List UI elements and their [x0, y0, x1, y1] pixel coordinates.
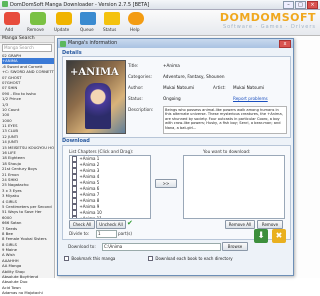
chapter-checkbox[interactable] — [72, 210, 78, 216]
download-queue-list[interactable] — [183, 155, 285, 219]
chapter-checkbox[interactable] — [72, 162, 78, 168]
logo-tagline: Software · Games · Drivers — [222, 24, 316, 30]
download-section: List Chapters (Click and Drag): You want… — [62, 145, 291, 240]
title-value: +Anima — [163, 63, 180, 68]
categories-value: Adventure, Fantasy, Shounen — [163, 74, 225, 79]
chapter-checkbox[interactable] — [72, 180, 78, 186]
download-each-label: Download each book to each directory — [155, 256, 233, 262]
categories-label: Categories: — [128, 74, 152, 79]
minimize-button[interactable]: – — [283, 1, 294, 9]
manga-list-panel: Manga Search Manga Search 02 GRAPH +ANIMA… — [0, 36, 55, 295]
dialog-icon — [60, 40, 66, 47]
chapter-checkbox[interactable] — [72, 156, 78, 162]
brand-logo: DOMDOMSOFT Software · Games · Drivers — [198, 11, 316, 33]
maximize-button[interactable]: □ — [295, 1, 306, 9]
remove-button-label: Remove — [27, 27, 44, 32]
chapter-checkbox[interactable] — [72, 168, 78, 174]
add-manga-icon[interactable] — [4, 12, 20, 25]
help-icon[interactable] — [128, 12, 144, 25]
chapter-checkbox[interactable] — [72, 186, 78, 192]
remove-icon[interactable] — [30, 12, 46, 25]
report-problems-link[interactable]: Report problems — [233, 96, 268, 101]
add-button-label: Add — [5, 27, 14, 32]
cover-character — [85, 83, 111, 129]
list-chapters-label: List Chapters (Click and Drag): — [69, 149, 134, 154]
browse-button[interactable]: Browse — [222, 242, 248, 251]
app-icon — [2, 1, 8, 7]
chapter-checkbox[interactable] — [72, 174, 78, 180]
queue-icon[interactable] — [80, 12, 96, 25]
manga-list-item[interactable]: 8 Female Youkai Sisters — [2, 236, 54, 241]
chapter-item[interactable]: +Anima 11 — [70, 216, 150, 219]
author-label: Author: — [128, 85, 144, 90]
add-to-download-button[interactable]: >> — [155, 179, 177, 188]
description-label: Description: — [128, 107, 154, 112]
chapter-checkbox[interactable] — [72, 192, 78, 198]
chapter-label: +Anima 11 — [79, 216, 102, 219]
close-button[interactable]: × — [307, 1, 318, 9]
want-download-label: You want to download: — [203, 149, 251, 154]
divide-parts-input[interactable]: 1 — [96, 230, 117, 238]
queue-button-label: Queue — [80, 27, 94, 32]
status-icon[interactable] — [104, 12, 120, 25]
title-label: Title: — [128, 63, 139, 68]
dialog-title: Manga's information — [68, 41, 118, 46]
artist-label: Artist: — [213, 85, 226, 90]
app-titlebar: DomDomSoft Manga Downloader - Version 2.… — [0, 0, 320, 10]
update-button-label: Update — [54, 27, 70, 32]
manga-list[interactable]: 02 GRAPH +ANIMA -6 Sword and Cornett +C: SW… — [0, 53, 54, 296]
status-label: Status: — [128, 96, 143, 101]
details-section: +ANIMA Title: +Anima Categories: Adventu… — [62, 56, 291, 138]
checkmark-icon[interactable]: ✔ — [127, 220, 133, 227]
download-path-input[interactable]: C:\Anima — [102, 243, 221, 251]
manga-info-dialog: Manga's information x Details +ANIMA Tit… — [57, 38, 294, 276]
cancel-icon[interactable]: ✖ — [272, 229, 286, 243]
manga-list-item[interactable]: +C: SWORD AND CORNETT — [2, 69, 54, 74]
app-title: DomDomSoft Manga Downloader - Version 2.… — [10, 2, 150, 8]
check-all-button[interactable]: Check All — [69, 220, 95, 229]
manga-cover-image: +ANIMA — [66, 60, 126, 134]
bookmark-label: Bookmark this manga — [71, 256, 116, 262]
chapter-checkbox[interactable] — [72, 216, 78, 218]
dialog-close-button[interactable]: x — [279, 40, 291, 48]
update-icon[interactable] — [56, 12, 72, 25]
download-save-icon[interactable]: ⬇ — [254, 229, 268, 243]
remove-button[interactable]: Remove — [257, 220, 283, 229]
remove-all-button[interactable]: Remove All — [225, 220, 255, 229]
uncheck-all-button[interactable]: Uncheck All — [96, 220, 126, 229]
manga-list-header: Manga Search — [0, 36, 54, 43]
manga-list-item[interactable]: Adamas no Majotachi — [2, 290, 54, 295]
status-value: Ongoing — [163, 96, 181, 101]
download-to-label: Download to: — [68, 244, 96, 249]
chapter-list[interactable]: +Anima 1 +Anima 2 +Anima 3 +Anima 4 +Anima 5… — [69, 155, 151, 219]
cover-title: +ANIMA — [70, 67, 119, 78]
chapter-checkbox[interactable] — [72, 198, 78, 204]
chapter-checkbox[interactable] — [72, 204, 78, 210]
artist-value: Mukai Natsumi — [233, 85, 265, 90]
parts-label: part(s) — [118, 231, 133, 236]
main-toolbar: Add Remove Update Queue Status Help DOMD… — [0, 10, 320, 36]
description-text: Beings who possess animal-like powers wa… — [163, 106, 287, 134]
author-value: Mukai Natsumi — [163, 85, 195, 90]
dialog-titlebar: Manga's information x — [58, 39, 293, 48]
divide-label: Divide to: — [69, 231, 90, 236]
manga-search-input[interactable]: Manga Search — [2, 44, 52, 52]
help-button-label: Help — [130, 27, 140, 32]
status-button-label: Status — [103, 27, 117, 32]
window-controls: – □ × — [283, 1, 318, 9]
logo-text: DOMDOMSOFT — [219, 11, 316, 24]
download-each-checkbox[interactable]: Download each book to each directory — [148, 256, 233, 262]
bookmark-checkbox[interactable]: Bookmark this manga — [64, 256, 116, 262]
download-section-title: Download — [62, 138, 90, 144]
